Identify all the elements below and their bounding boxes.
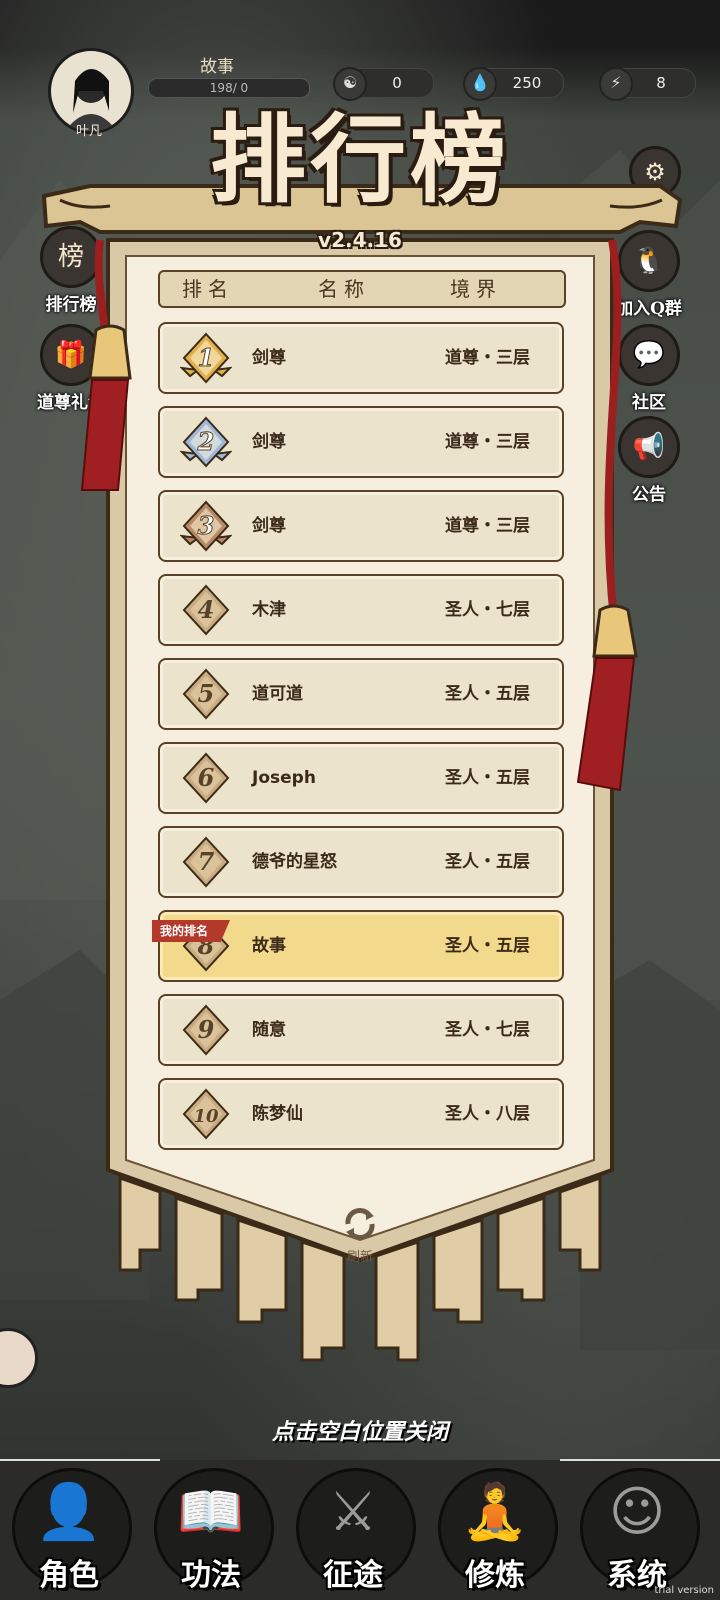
rank-badge-icon: 5 — [182, 668, 230, 720]
rank-row[interactable]: 3 剑尊 道尊・三层 — [158, 490, 564, 562]
rank-number: 2 — [197, 427, 215, 456]
sword-icon: ⚔ — [328, 1480, 378, 1543]
player-realm: 圣人・五层 — [445, 684, 530, 704]
rank-badge-icon: 7 — [182, 836, 230, 888]
nav-character[interactable]: 👤 角色 — [4, 1450, 134, 1600]
rank-badge-icon: 2 — [180, 416, 232, 468]
player-name: 剑尊 — [252, 348, 286, 368]
nav-label: 功法 — [181, 1558, 241, 1593]
player-name: 随意 — [252, 1020, 286, 1040]
nav-sword[interactable]: ⚔ 征途 — [288, 1450, 418, 1600]
player-name: 道可道 — [252, 684, 303, 704]
rank-row[interactable]: 2 剑尊 道尊・三层 — [158, 406, 564, 478]
player-name: 故事 — [252, 936, 286, 956]
leaderboard-title: 排行榜 — [210, 103, 510, 216]
rank-row[interactable]: 10 陈梦仙 圣人・八层 — [158, 1078, 564, 1150]
player-realm: 圣人・七层 — [445, 1020, 530, 1040]
player-realm: 圣人・五层 — [445, 852, 530, 872]
player-name: 德爷的星怒 — [252, 852, 337, 872]
player-realm: 道尊・三层 — [445, 432, 530, 452]
rank-number: 10 — [193, 1106, 219, 1127]
player-realm: 圣人・五层 — [445, 936, 530, 956]
player-name: 剑尊 — [252, 516, 286, 536]
refresh-button[interactable]: 刷新 — [330, 1206, 390, 1265]
player-realm: 圣人・七层 — [445, 600, 530, 620]
player-realm: 道尊・三层 — [445, 348, 530, 368]
rank-badge-icon: 1 — [180, 332, 232, 384]
rank-number: 6 — [198, 763, 215, 792]
refresh-icon — [345, 1208, 375, 1240]
refresh-label: 刷新 — [346, 1250, 373, 1265]
book-icon: 📖 — [177, 1480, 245, 1543]
player-name: 陈梦仙 — [252, 1104, 303, 1124]
table-header: 排名 名称 境界 — [158, 270, 566, 308]
nav-label: 修炼 — [465, 1558, 525, 1593]
nav-system[interactable]: ☺ 系统 — [572, 1450, 702, 1600]
header-name: 名称 — [318, 277, 370, 301]
nav-label: 征途 — [323, 1558, 383, 1593]
watermark: trial version — [654, 1585, 714, 1596]
rank-number: 5 — [198, 679, 215, 708]
system-icon: ☺ — [608, 1480, 666, 1543]
rank-row[interactable]: 9 随意 圣人・七层 — [158, 994, 564, 1066]
header-rank: 排名 — [182, 277, 234, 301]
player-realm: 圣人・五层 — [445, 768, 530, 788]
player-name: Joseph — [252, 768, 316, 788]
rank-badge-icon: 10 — [182, 1088, 230, 1140]
player-name: 木津 — [252, 600, 286, 620]
player-name: 剑尊 — [252, 432, 286, 452]
my-rank-tag: 我的排名 — [152, 920, 231, 942]
rank-number: 9 — [198, 1015, 215, 1044]
rank-row[interactable]: 1 剑尊 道尊・三层 — [158, 322, 564, 394]
rank-row[interactable]: 5 道可道 圣人・五层 — [158, 658, 564, 730]
rank-number: 7 — [198, 847, 215, 876]
rank-number: 3 — [198, 511, 215, 540]
meditation-icon: 🧘 — [461, 1480, 529, 1543]
player-realm: 圣人・八层 — [445, 1104, 530, 1124]
nav-meditation[interactable]: 🧘 修炼 — [430, 1450, 560, 1600]
character-icon: 👤 — [35, 1480, 103, 1543]
version-label: v2.4.16 — [318, 228, 402, 252]
rank-row[interactable]: 7 德爷的星怒 圣人・五层 — [158, 826, 564, 898]
player-realm: 道尊・三层 — [445, 516, 530, 536]
nav-book[interactable]: 📖 功法 — [146, 1450, 276, 1600]
rank-number: 4 — [198, 595, 215, 624]
rank-row[interactable]: 6 Joseph 圣人・五层 — [158, 742, 564, 814]
nav-label: 角色 — [39, 1558, 99, 1593]
rank-badge-icon: 4 — [182, 584, 230, 636]
rank-number: 1 — [198, 343, 215, 372]
rank-row[interactable]: 4 木津 圣人・七层 — [158, 574, 564, 646]
rank-badge-icon: 6 — [182, 752, 230, 804]
header-realm: 境界 — [450, 277, 502, 301]
rank-badge-icon: 9 — [182, 1004, 230, 1056]
rank-badge-icon: 3 — [180, 500, 232, 552]
